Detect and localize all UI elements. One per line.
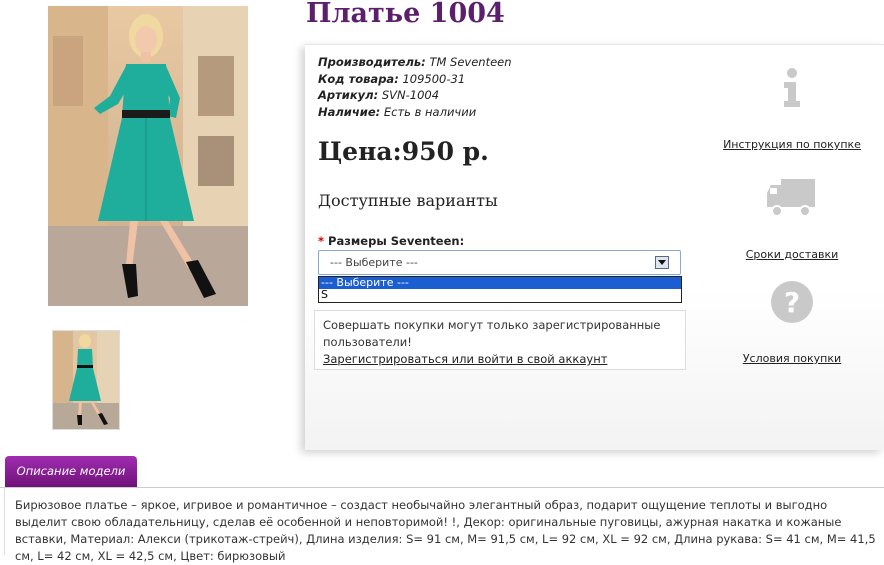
code-row: Код товара: 109500-31 [318,71,512,88]
code-label: Код товара: [318,71,399,86]
chevron-down-icon[interactable] [655,256,669,269]
size-dropdown-list[interactable]: --- Выберите --- S [318,276,682,303]
purchase-conditions-label: Условия покупки [742,352,842,365]
required-mark: * [318,234,325,248]
manufacturer-row: Производитель: TM Seventeen [318,54,512,71]
code-value: 109500-31 [402,71,466,86]
article-value: SVN-1004 [381,88,440,102]
size-select[interactable]: --- Выберите --- [318,250,681,275]
manufacturer-label: Производитель: [318,55,426,69]
product-specs: Производитель: TM Seventeen Код товара: … [318,54,512,120]
login-notice-text: Совершать покупки могут только зарегистр… [323,318,661,349]
product-thumbnail[interactable] [52,330,120,430]
question-icon: ? [771,281,813,323]
size-select-value: --- Выберите --- [330,256,418,269]
product-info-panel: Производитель: TM Seventeen Код товара: … [305,44,884,450]
product-main-photo[interactable] [48,6,248,306]
login-register-link[interactable]: Зарегистрироваться или войти в свой акка… [323,351,677,368]
size-select-label: * Размеры Seventeen: [318,234,464,248]
size-option-s[interactable]: S [319,289,681,301]
delivery-terms-label: Сроки доставки [745,248,839,261]
variants-heading: Доступные варианты [318,191,498,210]
svg-text:?: ? [784,286,800,319]
purchase-instructions-link[interactable]: Инструкция по покупке [717,67,867,151]
product-title: Платье 1004 [306,0,505,29]
tab-description[interactable]: Описание модели [5,456,137,488]
availability-label: Наличие: [318,104,381,119]
size-option-placeholder[interactable]: --- Выберите --- [319,277,681,289]
availability-row: Наличие: Есть в наличии [318,104,512,121]
delivery-terms-link[interactable]: Сроки доставки [717,179,867,261]
product-price: Цена:950 р. [318,137,489,166]
article-row: Артикул: SVN-1004 [318,87,512,104]
purchase-conditions-link[interactable]: ? Условия покупки [717,279,867,365]
login-notice: Совершать покупки могут только зарегистр… [314,310,686,370]
purchase-instructions-label: Инструкция по покупке [723,138,861,151]
size-label-text: Размеры Seventeen: [328,234,465,248]
info-icon [784,68,800,107]
truck-icon [767,179,815,217]
manufacturer-value: TM Seventeen [429,55,512,69]
availability-value: Есть в наличии [383,104,477,119]
article-label: Артикул: [318,88,379,102]
